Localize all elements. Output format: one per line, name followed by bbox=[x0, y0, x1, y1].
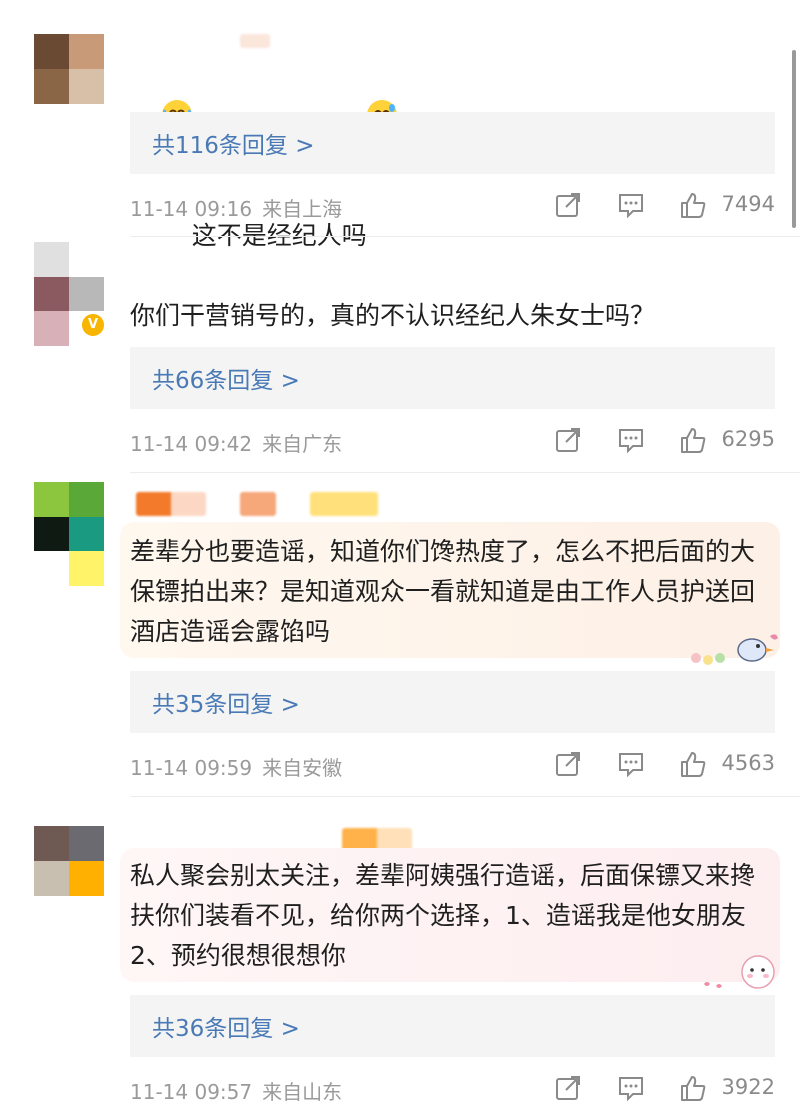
avatar[interactable] bbox=[34, 826, 104, 896]
comment-icon[interactable] bbox=[617, 1074, 645, 1102]
comment-meta: 11-14 09:57 来自山东 3922 bbox=[130, 1072, 775, 1106]
share-icon[interactable] bbox=[554, 1074, 582, 1102]
comment-text: 私人聚会别太关注，差辈阿姨强行造谣，后面保镖又来搀扶你们装看不见，给你两个选择，… bbox=[130, 861, 756, 970]
like-icon[interactable] bbox=[679, 1074, 707, 1102]
timestamp: 11-14 09:57 bbox=[130, 1080, 253, 1104]
sheep-sticker bbox=[700, 950, 784, 996]
comment-item: 私人聚会别太关注，差辈阿姨强行造谣，后面保镖又来搀扶你们装看不见，给你两个选择，… bbox=[0, 0, 800, 1104]
replies-label: 共36条回复 > bbox=[152, 1016, 300, 1042]
like-count: 3922 bbox=[721, 1075, 775, 1099]
view-replies-button[interactable]: 共36条回复 > bbox=[130, 995, 775, 1057]
comment-time: 11-14 09:57 来自山东 bbox=[130, 1076, 342, 1105]
location: 来自山东 bbox=[262, 1080, 343, 1104]
